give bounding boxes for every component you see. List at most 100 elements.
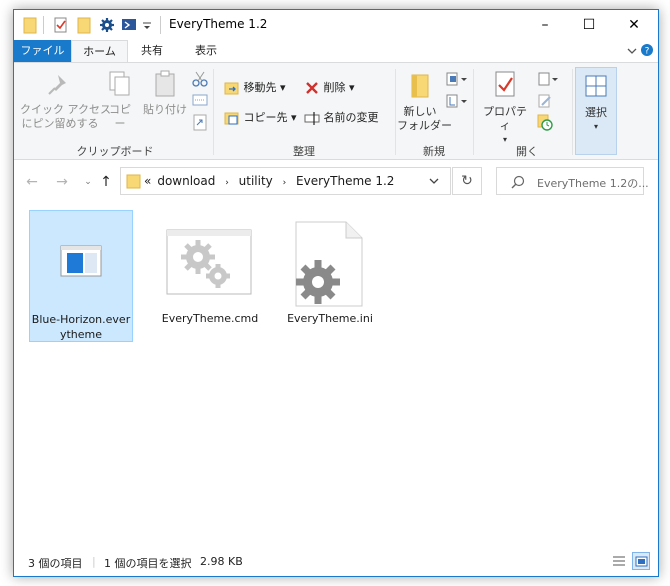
maximize-button[interactable]: ☐ — [566, 10, 612, 40]
status-bar: 3 個の項目 | 1 個の項目を選択 2.98 KB — [14, 548, 658, 574]
selection-count: 1 個の項目を選択 — [104, 557, 192, 570]
organize-group-label: 整理 — [293, 145, 315, 158]
refresh-icon: ↻ — [461, 173, 473, 189]
breadcrumb-utility[interactable]: utility — [239, 174, 273, 188]
ribbon-tabs: ファイル ホーム 共有 表示 ? — [14, 40, 658, 62]
copy-folder-icon — [224, 112, 239, 125]
tab-home[interactable]: ホーム — [71, 40, 128, 62]
address-bar[interactable]: «download › utility › EveryTheme 1.2 — [120, 167, 451, 195]
help-icon[interactable]: ? — [640, 43, 654, 57]
navigation-bar: ← → ⌄ ↑ «download › utility › EveryTheme… — [14, 160, 658, 204]
powershell-icon[interactable] — [121, 16, 137, 34]
new-item-icon[interactable] — [446, 71, 468, 87]
tab-share[interactable]: 共有 — [132, 40, 172, 62]
properties-label: プロパティ — [483, 105, 527, 132]
open-icon[interactable] — [537, 71, 559, 87]
tab-view[interactable]: 表示 — [186, 40, 226, 62]
chevron-down-icon[interactable] — [428, 177, 440, 187]
folder-icon — [126, 174, 141, 189]
new-group-label: 新規 — [423, 145, 445, 158]
delete-icon — [306, 82, 318, 94]
properties-qa-icon[interactable] — [54, 16, 68, 34]
move-to-button[interactable]: 移動先 ▾ — [224, 77, 286, 99]
new-folder-label: 新しい フォルダー — [397, 105, 452, 132]
up-arrow-icon[interactable]: ↑ — [96, 172, 116, 192]
item-count: 3 個の項目 — [28, 557, 83, 570]
refresh-button[interactable]: ↻ — [452, 167, 482, 195]
qa-dropdown-icon[interactable] — [142, 16, 152, 34]
copy-to-label: コピー先 — [243, 111, 288, 124]
group-separator — [572, 69, 573, 155]
paste-shortcut-icon[interactable] — [192, 113, 208, 131]
chevron-down-icon[interactable] — [626, 45, 638, 57]
large-icons-view-icon[interactable] — [632, 552, 650, 570]
select-label: 選択 — [585, 106, 607, 119]
move-folder-icon — [224, 82, 239, 95]
recent-locations-icon[interactable]: ⌄ — [78, 172, 98, 192]
pin-label: クイック アクセス にピン留めする — [20, 103, 111, 130]
copy-icon — [109, 71, 130, 96]
status-divider: | — [92, 555, 96, 568]
window-title: EveryTheme 1.2 — [169, 17, 268, 31]
breadcrumb-everytheme[interactable]: EveryTheme 1.2 — [296, 174, 394, 188]
delete-label: 削除 — [323, 81, 346, 94]
select-grid-icon — [585, 75, 607, 97]
delete-button[interactable]: 削除 ▾ — [304, 77, 355, 99]
copy-label: コピー — [109, 103, 131, 130]
paste-button[interactable]: 貼り付け — [142, 69, 188, 117]
search-box[interactable]: EveryTheme 1.2の... — [496, 167, 649, 195]
select-button[interactable]: 選択 ▾ — [575, 67, 617, 155]
address-path: «download › utility › EveryTheme 1.2 — [144, 174, 395, 188]
copy-path-icon[interactable] — [192, 93, 208, 107]
overflow-chevron[interactable]: « — [144, 174, 151, 188]
file-item[interactable]: EveryTheme.cmd — [158, 210, 262, 326]
rename-button[interactable]: 名前の変更 — [304, 107, 379, 129]
qa-divider — [43, 16, 44, 34]
ribbon: クイック アクセス にピン留めする コピー 貼り付け クリップボード 移動先 ▾… — [14, 62, 658, 160]
pin-quick-access-button[interactable]: クイック アクセス にピン留めする — [20, 69, 111, 131]
paste-label: 貼り付け — [143, 103, 187, 116]
svg-text:?: ? — [645, 47, 650, 57]
details-view-icon[interactable] — [610, 552, 628, 570]
new-folder-button[interactable]: 新しい フォルダー — [397, 69, 452, 133]
minimize-button[interactable]: – — [522, 10, 568, 40]
title-bar: EveryTheme 1.2 – ☐ ✕ — [14, 10, 658, 40]
cmd-gears-icon — [166, 229, 252, 295]
history-icon[interactable] — [537, 113, 553, 131]
breadcrumb-download[interactable]: download — [157, 174, 215, 188]
edit-icon[interactable] — [537, 93, 553, 109]
file-item[interactable]: EveryTheme.ini — [278, 210, 382, 326]
easy-access-icon[interactable] — [446, 93, 468, 109]
back-arrow-icon[interactable]: ← — [22, 172, 42, 192]
open-group-label: 開く — [516, 145, 538, 158]
ini-gear-icon — [295, 221, 363, 307]
theme-window-icon — [60, 245, 102, 277]
tab-file[interactable]: ファイル — [14, 40, 71, 62]
forward-arrow-icon[interactable]: → — [52, 172, 72, 192]
new-folder-qa-icon[interactable] — [77, 16, 91, 34]
file-list: Blue-Horizon.everytheme EveryTheme.cmd E… — [14, 204, 658, 540]
gear-icon[interactable] — [99, 16, 115, 34]
scissors-icon[interactable] — [192, 71, 208, 87]
file-name: Blue-Horizon.everytheme — [31, 313, 131, 341]
rename-icon — [304, 112, 320, 125]
pin-icon — [48, 75, 66, 95]
explorer-window: EveryTheme 1.2 – ☐ ✕ ファイル ホーム 共有 表示 ? クイ… — [13, 9, 659, 577]
new-folder-icon — [411, 74, 429, 98]
rename-label: 名前の変更 — [323, 111, 379, 124]
folder-icon — [23, 17, 37, 34]
search-icon — [511, 175, 525, 189]
copy-to-button[interactable]: コピー先 ▾ — [224, 107, 297, 129]
search-placeholder: EveryTheme 1.2の... — [537, 177, 649, 190]
file-name: EveryTheme.cmd — [161, 312, 259, 325]
file-item[interactable]: Blue-Horizon.everytheme — [29, 210, 133, 342]
properties-button[interactable]: プロパティ ▾ — [480, 69, 530, 147]
file-name: EveryTheme.ini — [287, 312, 373, 325]
clipboard-icon — [155, 70, 175, 97]
properties-icon — [495, 71, 515, 97]
clipboard-group-label: クリップボード — [76, 145, 154, 158]
close-button[interactable]: ✕ — [611, 10, 657, 40]
copy-button[interactable]: コピー — [105, 69, 135, 131]
selection-size: 2.98 KB — [200, 555, 243, 568]
qa-divider — [160, 16, 161, 34]
